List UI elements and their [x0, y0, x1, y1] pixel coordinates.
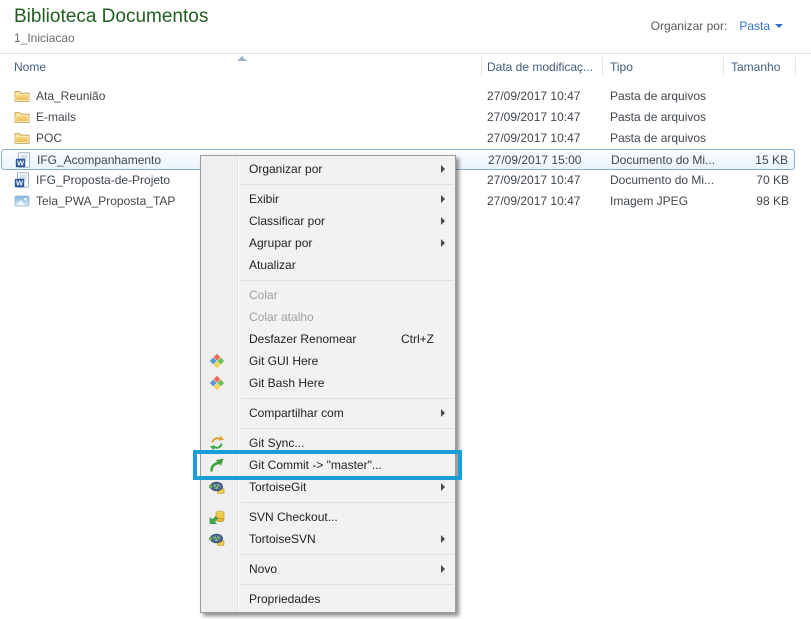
menu-item-exibir[interactable]: Exibir	[201, 188, 455, 210]
submenu-arrow-icon	[441, 217, 445, 225]
menu-separator	[201, 550, 455, 558]
menu-item-tortoisegit[interactable]: TortoiseGit	[201, 476, 455, 498]
column-header-type[interactable]: Tipo	[610, 60, 633, 74]
sort-ascending-icon	[237, 56, 247, 61]
svn-checkout-icon	[209, 509, 225, 525]
menu-item-svn-checkout[interactable]: SVN Checkout...	[201, 506, 455, 528]
svg-text:W: W	[17, 159, 25, 168]
chevron-down-icon	[775, 24, 783, 28]
menu-item-git-commit-master[interactable]: Git Commit -> "master"...	[201, 454, 455, 476]
menu-item-organizar-por[interactable]: Organizar por	[201, 158, 455, 180]
menu-item-novo[interactable]: Novo	[201, 558, 455, 580]
svg-text:W: W	[16, 179, 24, 188]
submenu-arrow-icon	[441, 165, 445, 173]
menu-item-colar: Colar	[201, 284, 455, 306]
folder-icon	[14, 130, 30, 146]
shortcut-label: Ctrl+Z	[401, 328, 434, 350]
git-commit-icon	[209, 457, 225, 473]
tortoise-turtle-icon	[209, 531, 225, 547]
menu-item-tortoisesvn[interactable]: TortoiseSVN	[201, 528, 455, 550]
submenu-arrow-icon	[441, 239, 445, 247]
organize-by-dropdown[interactable]: Pasta	[739, 19, 783, 33]
menu-item-propriedades[interactable]: Propriedades	[201, 588, 455, 610]
jpeg-image-icon	[14, 193, 30, 209]
page-title: Biblioteca Documentos	[14, 6, 208, 28]
file-row-poc[interactable]: POC 27/09/2017 10:47 Pasta de arquivos	[1, 128, 795, 149]
menu-item-colar-atalho: Colar atalho	[201, 306, 455, 328]
column-header-size[interactable]: Tamanho	[731, 60, 780, 74]
column-header-date[interactable]: Data de modificaç...	[487, 60, 593, 74]
folder-icon	[14, 109, 30, 125]
menu-separator	[201, 424, 455, 432]
menu-item-git-gui-here[interactable]: Git GUI Here	[201, 350, 455, 372]
menu-item-compartilhar-com[interactable]: Compartilhar com	[201, 402, 455, 424]
organize-by-control[interactable]: Organizar por: Pasta	[651, 19, 783, 33]
folder-icon	[14, 88, 30, 104]
tortoise-turtle-icon	[209, 479, 225, 495]
submenu-arrow-icon	[441, 195, 445, 203]
menu-separator	[201, 394, 455, 402]
menu-separator	[201, 276, 455, 284]
menu-separator	[201, 580, 455, 588]
submenu-arrow-icon	[441, 535, 445, 543]
menu-item-desfazer-renomear[interactable]: Desfazer Renomear Ctrl+Z	[201, 328, 455, 350]
explorer-window: Biblioteca Documentos 1_Iniciacao Organi…	[0, 0, 811, 619]
menu-item-git-bash-here[interactable]: Git Bash Here	[201, 372, 455, 394]
word-document-icon: W	[14, 172, 30, 188]
file-row-emails[interactable]: E-mails 27/09/2017 10:47 Pasta de arquiv…	[1, 107, 795, 128]
column-header-name[interactable]: Nome	[14, 60, 46, 74]
git-sync-icon	[209, 435, 225, 451]
file-row-ata-reuniao[interactable]: Ata_Reunião 27/09/2017 10:47 Pasta de ar…	[1, 86, 795, 107]
column-header-row: Nome Data de modificaç... Tipo Tamanho	[0, 53, 811, 78]
context-menu: Organizar por Exibir Classificar por Agr…	[200, 155, 456, 613]
submenu-arrow-icon	[441, 565, 445, 573]
menu-item-agrupar-por[interactable]: Agrupar por	[201, 232, 455, 254]
organize-by-label: Organizar por:	[651, 19, 728, 33]
submenu-arrow-icon	[441, 483, 445, 491]
menu-item-git-sync[interactable]: Git Sync...	[201, 432, 455, 454]
menu-separator	[201, 180, 455, 188]
menu-item-classificar-por[interactable]: Classificar por	[201, 210, 455, 232]
word-document-icon: W	[15, 152, 31, 168]
menu-separator	[201, 498, 455, 506]
git-logo-icon	[209, 353, 225, 369]
submenu-arrow-icon	[441, 409, 445, 417]
breadcrumb-folder: 1_Iniciacao	[14, 31, 75, 45]
menu-item-atualizar[interactable]: Atualizar	[201, 254, 455, 276]
git-logo-icon	[209, 375, 225, 391]
